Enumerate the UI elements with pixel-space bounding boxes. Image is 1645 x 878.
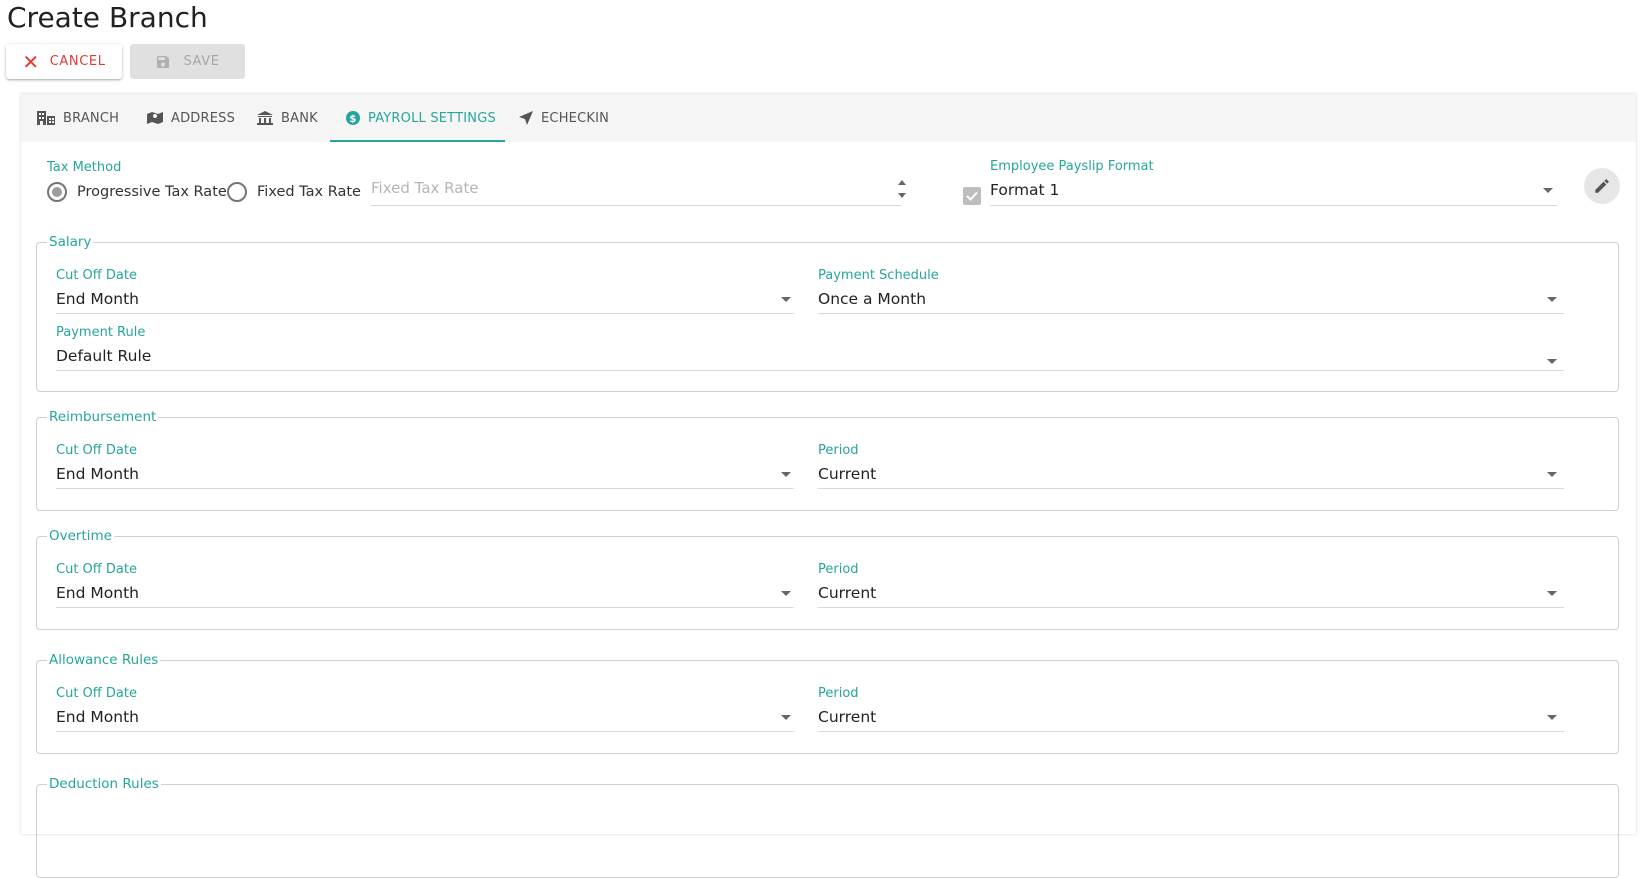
salary-cutoff-select[interactable]: End Month xyxy=(56,290,139,308)
allowance-rules-legend: Allowance Rules xyxy=(47,652,161,668)
reimbursement-period-select[interactable]: Current xyxy=(818,465,876,483)
overtime-period-label: Period xyxy=(818,562,859,577)
payslip-format-underline xyxy=(990,205,1557,206)
building-icon xyxy=(37,111,55,125)
tab-address[interactable]: ADDRESS xyxy=(147,94,235,142)
pencil-icon xyxy=(1595,179,1609,193)
tab-payroll-settings-label: PAYROLL SETTINGS xyxy=(368,110,496,126)
allowance-cutoff-select[interactable]: End Month xyxy=(56,708,139,726)
fixed-tax-radio[interactable] xyxy=(227,182,247,202)
page-title: Create Branch xyxy=(7,1,208,34)
progressive-tax-label: Progressive Tax Rate xyxy=(77,184,227,200)
overtime-legend: Overtime xyxy=(47,528,114,544)
tax-method-label: Tax Method xyxy=(47,160,122,175)
salary-legend: Salary xyxy=(47,234,94,250)
select-underline xyxy=(818,488,1564,489)
reimbursement-section: Reimbursement Cut Off Date End Month Per… xyxy=(36,409,1619,511)
overtime-section: Overtime Cut Off Date End Month Period C… xyxy=(36,528,1619,630)
select-underline xyxy=(56,488,794,489)
tab-bank[interactable]: BANK xyxy=(257,94,318,142)
reimbursement-cutoff-select[interactable]: End Month xyxy=(56,465,139,483)
dollar-circle-icon: $ xyxy=(346,111,360,125)
allowance-cutoff-label: Cut Off Date xyxy=(56,686,137,701)
select-underline xyxy=(56,731,794,732)
chevron-down-icon[interactable] xyxy=(781,591,791,596)
fixed-tax-rate-placeholder: Fixed Tax Rate xyxy=(371,179,479,197)
stepper-arrows-icon xyxy=(898,180,906,198)
navigation-arrow-icon xyxy=(519,111,533,125)
edit-payslip-format-button[interactable] xyxy=(1584,168,1620,204)
reimbursement-period-label: Period xyxy=(818,443,859,458)
select-underline xyxy=(818,731,1564,732)
chevron-down-icon[interactable] xyxy=(1547,472,1557,477)
allowance-period-select[interactable]: Current xyxy=(818,708,876,726)
salary-schedule-label: Payment Schedule xyxy=(818,268,939,283)
cancel-button-label: CANCEL xyxy=(49,54,106,69)
check-icon xyxy=(966,191,978,201)
fixed-tax-rate-underline xyxy=(371,205,901,206)
progressive-tax-radio[interactable] xyxy=(47,182,67,202)
chevron-down-icon[interactable] xyxy=(781,472,791,477)
select-underline xyxy=(818,607,1564,608)
tab-echeckin[interactable]: ECHECKIN xyxy=(519,94,609,142)
overtime-period-select[interactable]: Current xyxy=(818,584,876,602)
select-underline xyxy=(56,370,1564,371)
save-button-label: SAVE xyxy=(183,54,220,69)
fixed-tax-label: Fixed Tax Rate xyxy=(257,184,361,200)
select-underline xyxy=(818,313,1564,314)
select-underline xyxy=(56,607,794,608)
salary-rule-select[interactable]: Default Rule xyxy=(56,347,151,365)
tab-echeckin-label: ECHECKIN xyxy=(541,110,610,126)
tab-address-label: ADDRESS xyxy=(171,110,236,126)
chevron-down-icon[interactable] xyxy=(1547,297,1557,302)
tab-branch[interactable]: BRANCH xyxy=(37,94,119,142)
chevron-down-icon[interactable] xyxy=(1547,359,1557,364)
branch-form-card: BRANCH ADDRESS BANK $ PAYROLL SETTINGS E… xyxy=(21,94,1636,878)
save-button[interactable]: SAVE xyxy=(130,44,245,79)
overtime-cutoff-select[interactable]: End Month xyxy=(56,584,139,602)
chevron-down-icon[interactable] xyxy=(1547,715,1557,720)
floppy-disk-icon xyxy=(157,55,170,68)
salary-section: Salary Cut Off Date End Month Payment Sc… xyxy=(36,234,1619,392)
tab-branch-label: BRANCH xyxy=(63,110,120,126)
map-icon xyxy=(147,112,163,124)
deduction-rules-section: Deduction Rules xyxy=(36,776,1619,878)
allowance-period-label: Period xyxy=(818,686,859,701)
fixed-tax-rate-input[interactable]: Fixed Tax Rate xyxy=(371,178,906,202)
chevron-down-icon[interactable] xyxy=(781,715,791,720)
bank-icon xyxy=(257,111,273,125)
tab-bar: BRANCH ADDRESS BANK $ PAYROLL SETTINGS E… xyxy=(21,94,1636,142)
tab-payroll-settings[interactable]: $ PAYROLL SETTINGS xyxy=(330,94,505,142)
salary-rule-label: Payment Rule xyxy=(56,325,146,340)
payslip-format-checkbox[interactable] xyxy=(963,187,981,205)
deduction-rules-legend: Deduction Rules xyxy=(47,776,161,792)
close-icon: ✕ xyxy=(22,49,40,74)
allowance-rules-section: Allowance Rules Cut Off Date End Month P… xyxy=(36,652,1619,754)
salary-schedule-select[interactable]: Once a Month xyxy=(818,290,926,308)
payslip-format-value[interactable]: Format 1 xyxy=(990,181,1059,199)
overtime-cutoff-label: Cut Off Date xyxy=(56,562,137,577)
salary-cutoff-label: Cut Off Date xyxy=(56,268,137,283)
chevron-down-icon[interactable] xyxy=(1547,591,1557,596)
select-underline xyxy=(56,313,794,314)
payslip-format-label: Employee Payslip Format xyxy=(990,159,1154,174)
reimbursement-cutoff-label: Cut Off Date xyxy=(56,443,137,458)
chevron-down-icon[interactable] xyxy=(781,297,791,302)
cancel-button[interactable]: ✕ CANCEL xyxy=(6,44,122,79)
svg-text:$: $ xyxy=(349,114,356,125)
number-stepper[interactable] xyxy=(897,176,907,206)
chevron-down-icon[interactable] xyxy=(1543,188,1553,193)
tab-bank-label: BANK xyxy=(281,110,318,126)
reimbursement-legend: Reimbursement xyxy=(47,409,159,425)
